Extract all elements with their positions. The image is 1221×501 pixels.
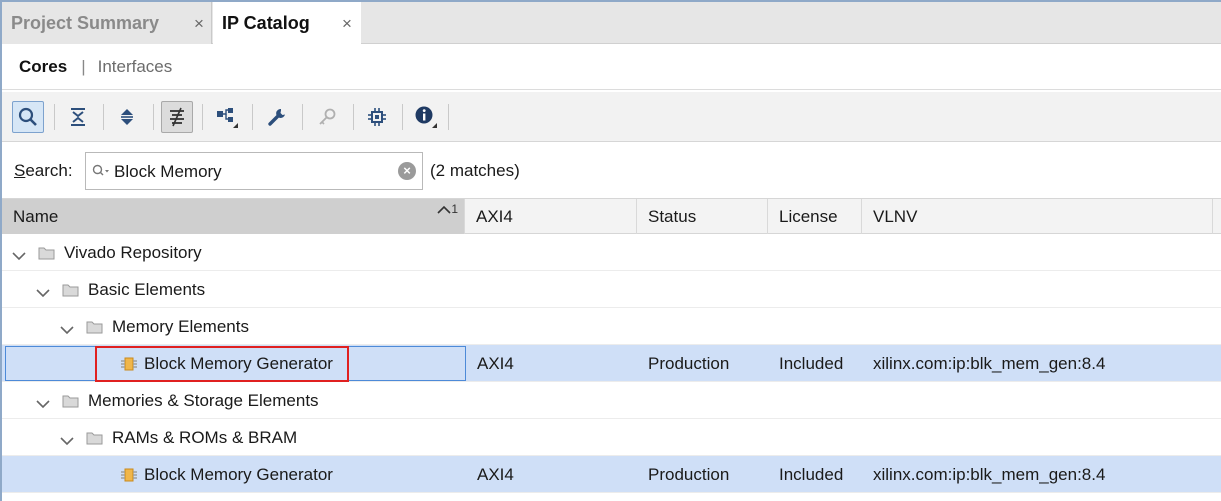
folder-label: RAMs & ROMs & BRAM bbox=[112, 427, 298, 447]
chevron-down-icon[interactable] bbox=[36, 283, 50, 303]
toolbar-separator bbox=[302, 104, 303, 130]
column-header-axi4[interactable]: AXI4 bbox=[465, 199, 637, 234]
chevron-down-icon[interactable] bbox=[12, 246, 26, 266]
highlight-box bbox=[95, 346, 349, 382]
wrench-icon bbox=[268, 108, 285, 126]
filter-toggle-button[interactable] bbox=[161, 101, 193, 133]
info-icon bbox=[415, 106, 437, 128]
tab-strip: Project Summary × IP Catalog × bbox=[2, 2, 1221, 45]
collapse-all-icon bbox=[71, 108, 85, 126]
folder-label: Memory Elements bbox=[112, 316, 249, 336]
cell-vlnv: xilinx.com:ip:blk_mem_gen:8.4 bbox=[873, 464, 1106, 484]
search-field[interactable]: × bbox=[85, 152, 423, 190]
cell-status: Production bbox=[648, 464, 730, 484]
filter-toggle-icon bbox=[170, 107, 184, 127]
tab-label: Project Summary bbox=[11, 12, 160, 33]
wrench-button[interactable] bbox=[261, 101, 293, 133]
expand-all-icon bbox=[121, 109, 133, 125]
cell-axi4: AXI4 bbox=[477, 464, 514, 484]
tab-ip-catalog[interactable]: IP Catalog × bbox=[213, 2, 361, 45]
cell-axi4: AXI4 bbox=[477, 353, 514, 373]
table-row[interactable]: RAMs & ROMs & BRAM bbox=[2, 419, 1221, 456]
table-row[interactable]: Block Memory Generator AXI4 Production Incl… bbox=[2, 345, 1221, 382]
folder-icon bbox=[86, 319, 104, 339]
toolbar-separator bbox=[54, 104, 55, 130]
search-input[interactable] bbox=[114, 160, 384, 184]
column-header-name[interactable]: Name 1 bbox=[2, 199, 465, 234]
subtab-separator: | bbox=[81, 56, 86, 76]
cell-license: Included bbox=[779, 353, 844, 373]
folder-label: Vivado Repository bbox=[64, 242, 202, 262]
expand-all-button[interactable] bbox=[111, 101, 143, 133]
search-icon bbox=[92, 164, 109, 176]
hierarchy-icon bbox=[217, 108, 238, 128]
ip-catalog-table: Name 1 AXI4 Status License VLNV Vivado R… bbox=[2, 198, 1221, 501]
toolbar-separator bbox=[153, 104, 154, 130]
search-icon bbox=[18, 107, 37, 126]
hierarchy-button[interactable] bbox=[211, 101, 243, 133]
toolbar-separator bbox=[448, 104, 449, 130]
toolbar-separator bbox=[353, 104, 354, 130]
key-button[interactable] bbox=[311, 101, 343, 133]
table-row[interactable]: Block Memory Generator AXI4 Production Incl… bbox=[2, 456, 1221, 493]
tab-cores[interactable]: Cores bbox=[19, 57, 67, 77]
cell-vlnv: xilinx.com:ip:blk_mem_gen:8.4 bbox=[873, 353, 1106, 373]
folder-icon bbox=[86, 430, 104, 450]
table-row[interactable]: Vivado Repository bbox=[2, 234, 1221, 271]
collapse-all-button[interactable] bbox=[62, 101, 94, 133]
chevron-down-icon[interactable] bbox=[60, 431, 74, 451]
chip-button[interactable] bbox=[361, 101, 393, 133]
tab-interfaces[interactable]: Interfaces bbox=[98, 57, 173, 77]
toolbar-separator bbox=[103, 104, 104, 130]
info-button[interactable] bbox=[410, 101, 442, 133]
search-label: Search: bbox=[14, 161, 73, 180]
column-header-license[interactable]: License bbox=[768, 199, 862, 234]
cell-status: Production bbox=[648, 353, 730, 373]
table-row[interactable]: Basic Elements bbox=[2, 271, 1221, 308]
chevron-down-icon[interactable] bbox=[60, 320, 74, 340]
match-count: (2 matches) bbox=[430, 161, 520, 180]
toolbar-separator bbox=[252, 104, 253, 130]
column-header-status[interactable]: Status bbox=[637, 199, 768, 234]
column-header-vlnv[interactable]: VLNV bbox=[862, 199, 1213, 234]
tab-label: IP Catalog bbox=[222, 13, 310, 33]
column-header-filler bbox=[1213, 199, 1221, 234]
table-row[interactable]: Memories & Storage Elements bbox=[2, 382, 1221, 419]
toolbar bbox=[2, 92, 1221, 142]
view-switcher: Cores | Interfaces bbox=[2, 44, 1221, 90]
folder-icon bbox=[62, 282, 80, 302]
close-icon[interactable]: × bbox=[194, 14, 204, 34]
folder-label: Basic Elements bbox=[88, 279, 206, 299]
toolbar-separator bbox=[402, 104, 403, 130]
ip-name: Block Memory Generator bbox=[144, 464, 333, 484]
clear-search-icon[interactable]: × bbox=[398, 162, 416, 180]
close-icon[interactable]: × bbox=[342, 14, 352, 34]
folder-icon bbox=[38, 245, 56, 265]
toolbar-separator bbox=[202, 104, 203, 130]
folder-label: Memories & Storage Elements bbox=[88, 390, 319, 410]
cell-license: Included bbox=[779, 464, 844, 484]
table-row[interactable]: Memory Elements bbox=[2, 308, 1221, 345]
folder-icon bbox=[62, 393, 80, 413]
table-header: Name 1 AXI4 Status License VLNV bbox=[2, 198, 1221, 234]
ip-core-icon bbox=[120, 466, 138, 489]
key-icon bbox=[319, 108, 336, 125]
search-button[interactable] bbox=[12, 101, 44, 133]
search-row: Search: × (2 matches) bbox=[2, 143, 1221, 199]
sort-ascending-icon: 1 bbox=[437, 202, 458, 216]
chip-icon bbox=[368, 108, 386, 126]
chevron-down-icon[interactable] bbox=[36, 394, 50, 414]
tab-project-summary[interactable]: Project Summary × bbox=[2, 2, 212, 44]
